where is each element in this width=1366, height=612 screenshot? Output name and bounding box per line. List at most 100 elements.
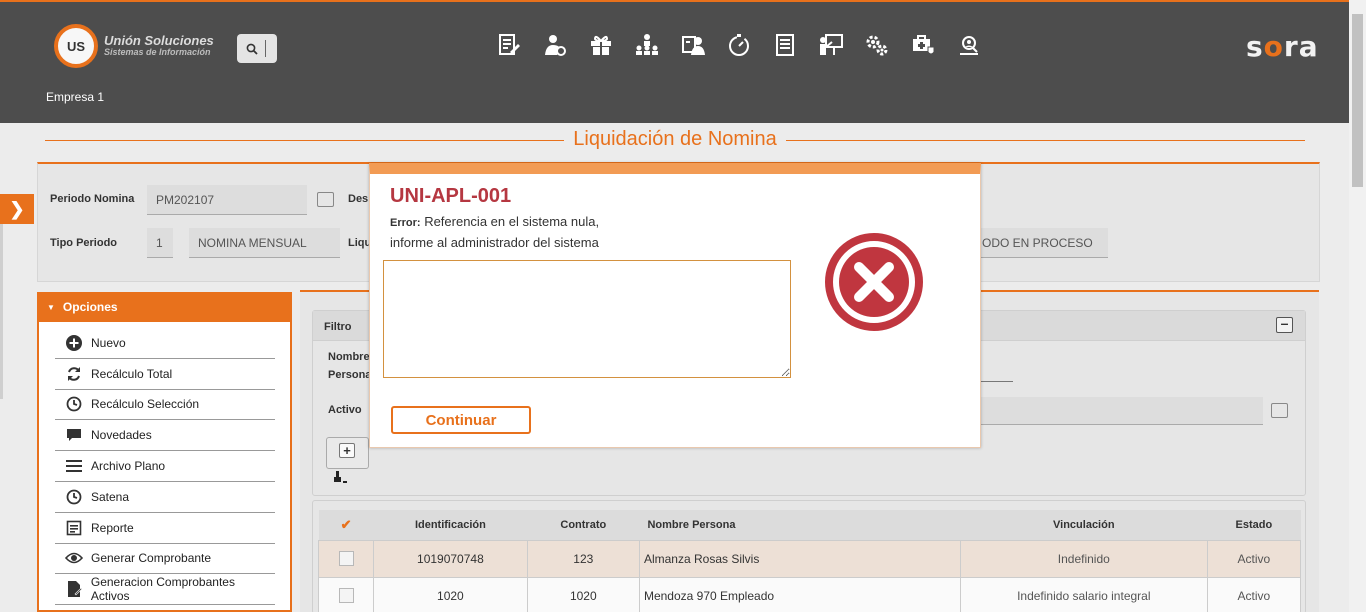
option-reporte[interactable]: Reporte (55, 513, 275, 544)
options-title: Opciones (62, 300, 118, 314)
cell-nombre: Mendoza 970 Empleado (638, 576, 961, 612)
nombre-label: Nombre (328, 351, 370, 363)
cell-vinculacion: Indefinido salario integral (959, 576, 1208, 612)
search-icon (246, 43, 258, 55)
column-contrato[interactable]: Contrato (527, 510, 640, 540)
column-vinculacion[interactable]: Vinculación (960, 510, 1208, 540)
column-estado[interactable]: Estado (1207, 510, 1301, 540)
clear-filter-icon[interactable] (333, 471, 347, 486)
checkmark-icon: ✔ (340, 516, 352, 532)
column-identificacion[interactable]: Identificación (373, 510, 528, 540)
persona-label: Persona (328, 369, 372, 381)
refresh-icon (65, 365, 83, 383)
lookup-icon[interactable] (1271, 403, 1288, 418)
caret-down-icon: ▼ (47, 302, 55, 312)
continue-button[interactable]: Continuar (391, 406, 531, 434)
cell-contrato: 1020 (526, 576, 640, 612)
error-line-1: Referencia en el sistema nula, (424, 214, 600, 229)
employee-card-icon[interactable] (670, 30, 716, 60)
option-recalculo-seleccion[interactable]: Recálculo Selección (55, 390, 275, 421)
periodo-field[interactable]: PM202107 (147, 185, 307, 215)
employee-table: ✔ Identificación Contrato Nombre Persona… (317, 510, 1302, 612)
module-toolbar (486, 30, 992, 60)
presentation-icon[interactable] (808, 30, 854, 60)
options-list: Nuevo Recálculo Total Recálculo Selecció… (39, 322, 290, 606)
option-recalculo-total[interactable]: Recálculo Total (55, 359, 275, 390)
cell-estado: Activo (1206, 576, 1302, 612)
top-header: US Unión Soluciones Sistemas de Informac… (0, 0, 1349, 123)
error-label: Error: (390, 217, 421, 229)
error-line-2: informe al administrador del sistema (390, 235, 599, 250)
org-chart-icon[interactable] (624, 30, 670, 60)
edit-document-icon[interactable] (486, 30, 532, 60)
person-settings-icon[interactable] (532, 30, 578, 60)
tipo-periodo-code[interactable]: 1 (147, 228, 173, 258)
cell-identificacion: 1020 (373, 576, 528, 612)
option-novedades[interactable]: Novedades (55, 420, 275, 452)
row-checkbox[interactable] (338, 588, 354, 603)
option-satena[interactable]: Satena (55, 482, 275, 513)
logo-subtitle: Sistemas de Información (104, 47, 211, 58)
add-filter-button[interactable]: + (339, 443, 355, 458)
option-nuevo[interactable]: Nuevo (55, 328, 275, 359)
company-name: Empresa 1 (46, 90, 105, 104)
select-all-checkbox[interactable]: ✔ (318, 510, 374, 540)
cell-identificacion: 1019070748 (373, 539, 528, 578)
search-button[interactable] (237, 34, 277, 63)
people-search-icon[interactable] (946, 30, 992, 60)
option-label: Recálculo Selección (91, 397, 200, 412)
table-header-row: ✔ Identificación Contrato Nombre Persona… (318, 510, 1301, 540)
option-label: Recálculo Total (91, 366, 173, 381)
clock-icon (65, 488, 83, 506)
estado-periodo-field[interactable]: ODO EN PROCESO (973, 228, 1108, 258)
cell-contrato: 123 (526, 539, 640, 578)
gears-icon[interactable] (854, 30, 900, 60)
option-label: Generacion Comprobantes Activos (90, 575, 235, 604)
periodo-label: Periodo Nomina (50, 193, 135, 205)
cell-estado: Activo (1206, 539, 1302, 578)
filter-title: Filtro (324, 321, 352, 333)
side-rail (0, 224, 3, 399)
collapse-filter-button[interactable]: – (1276, 316, 1293, 333)
page-title: Liquidación de Nomina (564, 128, 786, 150)
tipo-periodo-name[interactable]: NOMINA MENSUAL (189, 228, 340, 258)
medical-kit-icon[interactable] (900, 30, 946, 60)
scrollbar-thumb[interactable] (1352, 14, 1363, 187)
error-dialog: UNI-APL-001 Error: Referencia en el sist… (369, 163, 981, 448)
option-label: Archivo Plano (91, 459, 166, 474)
lookup-icon[interactable] (317, 192, 334, 207)
timer-icon[interactable] (716, 30, 762, 60)
activo-select[interactable] (981, 397, 1263, 425)
list-document-icon[interactable] (762, 30, 808, 60)
option-label: Satena (91, 489, 130, 504)
option-archivo-plano[interactable]: Archivo Plano (55, 451, 275, 482)
error-message: Error: Referencia en el sistema nula, in… (390, 212, 599, 253)
brand-logo: sora (1246, 30, 1319, 63)
clock-icon (65, 395, 83, 413)
error-details-textarea[interactable] (383, 260, 791, 378)
logo-mark: US (54, 24, 98, 68)
gift-icon[interactable] (578, 30, 624, 60)
chevron-right-icon: ❯ (9, 198, 25, 219)
option-generacion-comprobantes-activos[interactable]: Generacion Comprobantes Activos (55, 574, 275, 606)
row-checkbox[interactable] (338, 551, 354, 566)
options-panel: ▼ Opciones Nuevo Recálculo Total Recálcu… (37, 292, 292, 612)
add-filter-box: + (326, 437, 369, 469)
error-code: UNI-APL-001 (390, 185, 512, 207)
page-scrollbar[interactable] (1349, 0, 1366, 612)
activo-label: Activo (328, 404, 362, 416)
table-row[interactable]: 1019070748 123 Almanza Rosas Silvis Inde… (317, 539, 1302, 578)
options-header[interactable]: ▼ Opciones (39, 292, 290, 322)
option-generar-comprobante[interactable]: Generar Comprobante (55, 544, 275, 575)
table-row[interactable]: 1020 1020 Mendoza 970 Empleado Indefinid… (317, 576, 1302, 612)
company-logo[interactable]: US Unión Soluciones Sistemas de Informac… (54, 24, 214, 68)
logo-title: Unión Soluciones (104, 33, 214, 49)
file-pen-icon (65, 580, 83, 598)
results-grid: ✔ Identificación Contrato Nombre Persona… (312, 500, 1306, 612)
expand-panel-button[interactable]: ❯ (0, 194, 34, 224)
liquidacion-label: Liqu (348, 237, 372, 249)
column-nombre-persona[interactable]: Nombre Persona (639, 510, 961, 540)
plus-circle-icon (65, 334, 83, 352)
error-x-icon (824, 232, 924, 335)
option-label: Generar Comprobante (91, 551, 212, 566)
